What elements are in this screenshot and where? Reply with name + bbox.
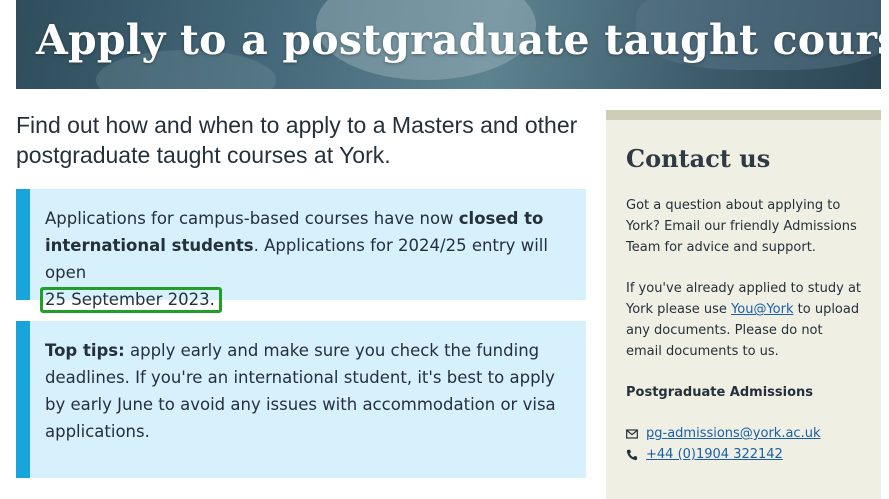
email-line: pg-admissions@york.ac.uk	[626, 423, 861, 444]
sidebar-applied-text: If you've already applied to study at Yo…	[626, 278, 861, 362]
open-date-highlight: 25 September 2023.	[40, 287, 222, 313]
envelope-icon	[626, 428, 638, 439]
phone-icon	[626, 449, 638, 460]
you-at-york-link[interactable]: You@York	[731, 302, 793, 317]
hero-banner: Apply to a postgraduate taught course	[16, 0, 881, 89]
sidebar-subhead: Postgraduate Admissions	[626, 385, 814, 400]
contact-sidebar: Contact us Got a question about applying…	[606, 110, 881, 499]
lead-paragraph: Find out how and when to apply to a Mast…	[16, 112, 578, 168]
phone-link[interactable]: +44 (0)1904 322142	[646, 444, 783, 465]
email-link[interactable]: pg-admissions@york.ac.uk	[646, 423, 820, 444]
top-tips-notice: Top tips: apply early and make sure you …	[16, 321, 586, 478]
closed-notice: Applications for campus-based courses ha…	[16, 189, 586, 313]
phone-line: +44 (0)1904 322142	[626, 444, 861, 465]
notice-text: Applications for campus-based courses ha…	[45, 209, 459, 228]
sidebar-title: Contact us	[626, 144, 771, 173]
tips-bold-label: Top tips:	[45, 341, 125, 360]
page-title: Apply to a postgraduate taught course	[36, 16, 881, 64]
sidebar-intro: Got a question about applying to York? E…	[626, 198, 857, 255]
